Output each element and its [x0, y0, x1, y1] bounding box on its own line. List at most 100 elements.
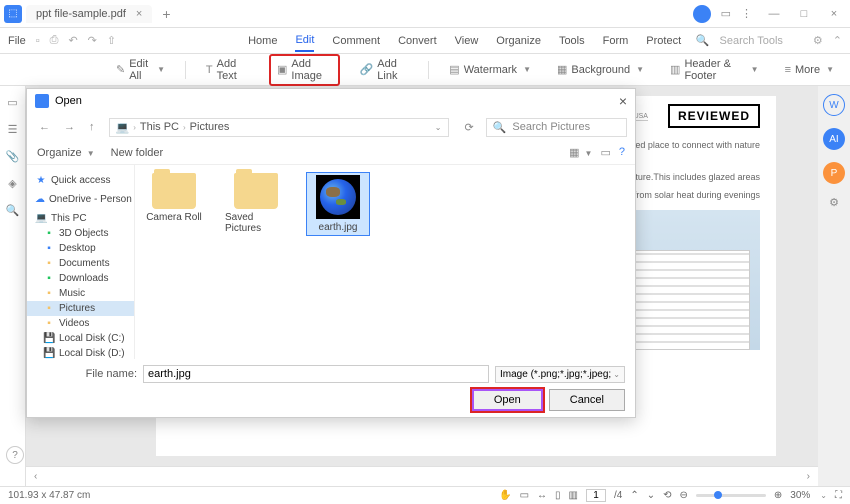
tab-comment[interactable]: Comment [332, 31, 380, 51]
background-button[interactable]: ▦ Background ▼ [551, 61, 650, 78]
tab-tools[interactable]: Tools [559, 31, 585, 51]
maximize-button[interactable]: □ [792, 4, 816, 24]
tree-videos[interactable]: ▪Videos [27, 316, 134, 331]
new-folder-button[interactable]: New folder [111, 147, 164, 159]
open-button[interactable]: Open [472, 389, 543, 411]
close-window-button[interactable]: × [822, 4, 846, 24]
ai-icon[interactable]: AI [823, 128, 845, 150]
zoom-level[interactable]: 30% [790, 490, 810, 501]
more-button[interactable]: ≡ More ▼ [779, 62, 840, 78]
save-icon[interactable]: ▫ [36, 35, 40, 47]
tree-downloads[interactable]: ▪Downloads [27, 271, 134, 286]
breadcrumb[interactable]: 💻 › This PC › Pictures ⌄ [109, 118, 449, 137]
scroll-left-icon[interactable]: ‹ [34, 471, 37, 482]
caret-icon: ▼ [157, 65, 165, 74]
page-input[interactable] [586, 489, 606, 502]
attachments-icon[interactable]: 📎 [6, 150, 20, 163]
fit-width-icon[interactable]: ↔ [537, 490, 547, 501]
tab-organize[interactable]: Organize [496, 31, 541, 51]
tab-home[interactable]: Home [248, 31, 277, 51]
tree-desktop[interactable]: ▪Desktop [27, 241, 134, 256]
panel-icon[interactable]: ▭ [721, 7, 731, 20]
help-icon[interactable]: ? [619, 146, 625, 159]
tab-view[interactable]: View [455, 31, 479, 51]
bookmarks-icon[interactable]: ☰ [8, 123, 18, 136]
search-panel-icon[interactable]: 🔍 [6, 204, 20, 217]
filename-input[interactable] [143, 365, 489, 383]
breadcrumb-dropdown-icon[interactable]: ⌄ [435, 123, 442, 132]
share-icon[interactable]: ⇧ [107, 34, 116, 47]
new-tab-button[interactable]: + [156, 6, 176, 22]
tree-quick-access[interactable]: ★Quick access [27, 173, 134, 188]
select-tool-icon[interactable]: ▭ [520, 490, 529, 501]
watermark-button[interactable]: ▤ Watermark ▼ [443, 61, 537, 78]
up-button[interactable]: ↑ [85, 119, 99, 135]
rotate-icon[interactable]: ⟲ [663, 490, 671, 501]
close-tab-icon[interactable]: × [136, 8, 142, 20]
help-button[interactable]: ? [6, 446, 24, 464]
minimize-button[interactable]: — [762, 4, 786, 24]
breadcrumb-item[interactable]: This PC [140, 121, 179, 133]
folder-camera-roll[interactable]: Camera Roll [143, 173, 205, 223]
add-text-button[interactable]: T Add Text [200, 56, 255, 84]
edit-all-button[interactable]: ✎ Edit All ▼ [110, 56, 171, 84]
search-tools-label[interactable]: Search Tools [720, 35, 783, 47]
add-link-button[interactable]: 🔗 Add Link [354, 56, 415, 84]
tree-onedrive[interactable]: ☁OneDrive - Person [27, 192, 134, 207]
file-earth-jpg[interactable]: earth.jpg [307, 173, 369, 235]
tree-this-pc[interactable]: 💻This PC [27, 211, 134, 226]
tree-documents[interactable]: ▪Documents [27, 256, 134, 271]
cancel-button[interactable]: Cancel [549, 389, 625, 411]
tree-pictures[interactable]: ▪Pictures [27, 301, 134, 316]
search-input[interactable]: 🔍 Search Pictures [486, 118, 627, 137]
ppt-icon[interactable]: P [823, 162, 845, 184]
header-footer-icon: ▥ [670, 63, 680, 76]
tab-convert[interactable]: Convert [398, 31, 437, 51]
file-list[interactable]: Camera Roll Saved Pictures earth.jpg [135, 165, 635, 359]
settings-icon[interactable]: ⚙ [813, 34, 823, 47]
hand-tool-icon[interactable]: ✋ [499, 490, 511, 501]
tab-protect[interactable]: Protect [646, 31, 681, 51]
menubar: File ▫ ⎙ ↶ ↷ ⇧ Home Edit Comment Convert… [0, 28, 850, 54]
print-icon[interactable]: ⎙ [50, 34, 59, 47]
forward-button[interactable]: → [60, 119, 79, 135]
breadcrumb-item[interactable]: Pictures [190, 121, 230, 133]
header-footer-button[interactable]: ▥ Header & Footer ▼ [664, 56, 765, 84]
zoom-in-icon[interactable]: ⊕ [774, 490, 782, 501]
word-export-icon[interactable]: W [823, 94, 845, 116]
single-page-icon[interactable]: ▯ [555, 490, 561, 501]
tree-music[interactable]: ▪Music [27, 286, 134, 301]
dialog-close-button[interactable]: × [619, 93, 627, 109]
folder-saved-pictures[interactable]: Saved Pictures [225, 173, 287, 234]
tree-local-disk-d[interactable]: 💾Local Disk (D:) [27, 346, 134, 359]
document-tab[interactable]: ppt file-sample.pdf × [26, 5, 152, 23]
user-avatar[interactable] [693, 5, 711, 23]
kebab-icon[interactable]: ⋮ [741, 7, 752, 20]
tree-local-disk-c[interactable]: 💾Local Disk (C:) [27, 331, 134, 346]
tab-form[interactable]: Form [603, 31, 629, 51]
continuous-icon[interactable]: ▥ [569, 490, 578, 501]
layers-icon[interactable]: ◈ [8, 177, 16, 190]
view-mode-button[interactable]: ▦ ▼ [569, 146, 592, 159]
dialog-toolbar: Organize ▼ New folder ▦ ▼ ▭ ? [27, 141, 635, 165]
prev-page-icon[interactable]: ⌃ [630, 490, 638, 501]
file-filter-dropdown[interactable]: Image (*.png;*.jpg;*.jpeg;*.jpe;* ⌄ [495, 366, 625, 383]
thumbnails-icon[interactable]: ▭ [7, 96, 17, 109]
redo-icon[interactable]: ↷ [88, 34, 97, 47]
tab-edit[interactable]: Edit [295, 30, 314, 52]
refresh-button[interactable]: ⟳ [459, 119, 480, 136]
undo-icon[interactable]: ↶ [68, 34, 77, 47]
fullscreen-icon[interactable]: ⛶ [835, 490, 842, 501]
scroll-right-icon[interactable]: › [807, 471, 810, 482]
add-image-button[interactable]: ▣ Add Image [269, 54, 340, 86]
collapse-icon[interactable]: ⌃ [833, 34, 842, 47]
tree-3d-objects[interactable]: ▪3D Objects [27, 226, 134, 241]
file-menu[interactable]: File [8, 35, 26, 47]
zoom-out-icon[interactable]: ⊖ [680, 490, 688, 501]
back-button[interactable]: ← [35, 119, 54, 135]
sidebar-settings-icon[interactable]: ⚙ [829, 196, 839, 209]
zoom-slider[interactable] [696, 494, 766, 497]
next-page-icon[interactable]: ⌄ [647, 490, 655, 501]
organize-button[interactable]: Organize ▼ [37, 147, 95, 159]
preview-pane-button[interactable]: ▭ [600, 146, 610, 159]
